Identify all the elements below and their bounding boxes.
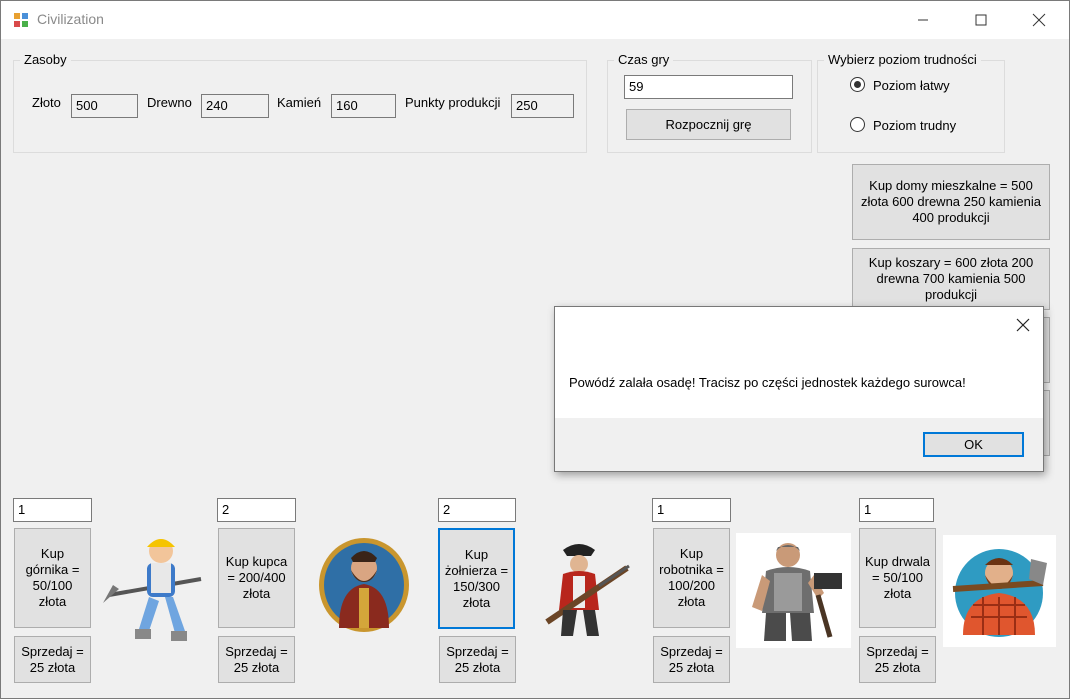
easy-label[interactable]: Poziom łatwy (873, 78, 950, 93)
buy-lumberjack-button[interactable]: Kup drwala = 50/100 złota (859, 528, 936, 628)
soldier-count-field[interactable]: 2 (438, 498, 516, 522)
worker-count-field[interactable]: 1 (652, 498, 731, 522)
title-bar: Civilization (1, 1, 1069, 39)
close-button[interactable] (1010, 1, 1068, 39)
buy-houses-button[interactable]: Kup domy mieszkalne = 500 złota 600 drew… (852, 164, 1050, 240)
worker-icon (736, 533, 851, 648)
close-icon (1032, 13, 1046, 27)
wood-label: Drewno (147, 95, 192, 110)
miner-icon (103, 539, 202, 641)
merchant-icon (319, 538, 409, 632)
dialog-ok-button[interactable]: OK (923, 432, 1024, 457)
lumberjack-icon (943, 535, 1056, 647)
message-dialog: Powódź zalała osadę! Tracisz po części j… (554, 306, 1044, 472)
minimize-icon (918, 19, 928, 21)
merchant-count-field[interactable]: 2 (217, 498, 296, 522)
app-icon (14, 13, 28, 27)
maximize-button[interactable] (952, 1, 1010, 39)
wood-field[interactable]: 240 (201, 94, 269, 118)
buy-soldier-button[interactable]: Kup żołnierza = 150/300 złota (438, 528, 515, 629)
miner-count-field[interactable]: 1 (13, 498, 92, 522)
buy-barracks-button[interactable]: Kup koszary = 600 złota 200 drewna 700 k… (852, 248, 1050, 310)
soldier-icon (545, 544, 630, 636)
game-time-field[interactable]: 59 (624, 75, 793, 99)
sell-soldier-button[interactable]: Sprzedaj = 25 złota (439, 636, 516, 683)
main-window: Civilization Zasoby Złoto 500 Drewno 240… (0, 0, 1070, 699)
difficulty-group: Wybierz poziom trudności (817, 52, 1005, 153)
gold-label: Złoto (32, 95, 61, 110)
gold-field[interactable]: 500 (71, 94, 138, 118)
sell-miner-button[interactable]: Sprzedaj = 25 złota (14, 636, 91, 683)
buy-worker-button[interactable]: Kup robotnika = 100/200 złota (653, 528, 730, 628)
dialog-message: Powódź zalała osadę! Tracisz po części j… (569, 375, 966, 390)
buy-miner-button[interactable]: Kup górnika = 50/100 złota (14, 528, 91, 628)
resources-group-title: Zasoby (20, 52, 71, 67)
buy-merchant-button[interactable]: Kup kupca = 200/400 złota (218, 528, 295, 628)
sell-worker-button[interactable]: Sprzedaj = 25 złota (653, 636, 730, 683)
minimize-button[interactable] (894, 1, 952, 39)
lumberjack-count-field[interactable]: 1 (859, 498, 934, 522)
stone-label: Kamień (277, 95, 322, 110)
start-game-button[interactable]: Rozpocznij grę (626, 109, 791, 140)
sell-merchant-button[interactable]: Sprzedaj = 25 złota (218, 636, 295, 683)
stone-field[interactable]: 160 (331, 94, 396, 118)
hard-radio[interactable] (850, 117, 865, 132)
window-title: Civilization (37, 11, 104, 27)
difficulty-group-title: Wybierz poziom trudności (824, 52, 981, 67)
hard-label[interactable]: Poziom trudny (873, 118, 956, 133)
dialog-footer: OK (555, 418, 1043, 471)
production-field[interactable]: 250 (511, 94, 574, 118)
game-time-group-title: Czas gry (614, 52, 674, 67)
maximize-icon (975, 14, 987, 26)
production-label: Punkty produkcji (405, 95, 501, 110)
sell-lumberjack-button[interactable]: Sprzedaj = 25 złota (859, 636, 936, 683)
easy-radio[interactable] (850, 77, 865, 92)
dialog-close-icon[interactable] (1013, 315, 1033, 335)
